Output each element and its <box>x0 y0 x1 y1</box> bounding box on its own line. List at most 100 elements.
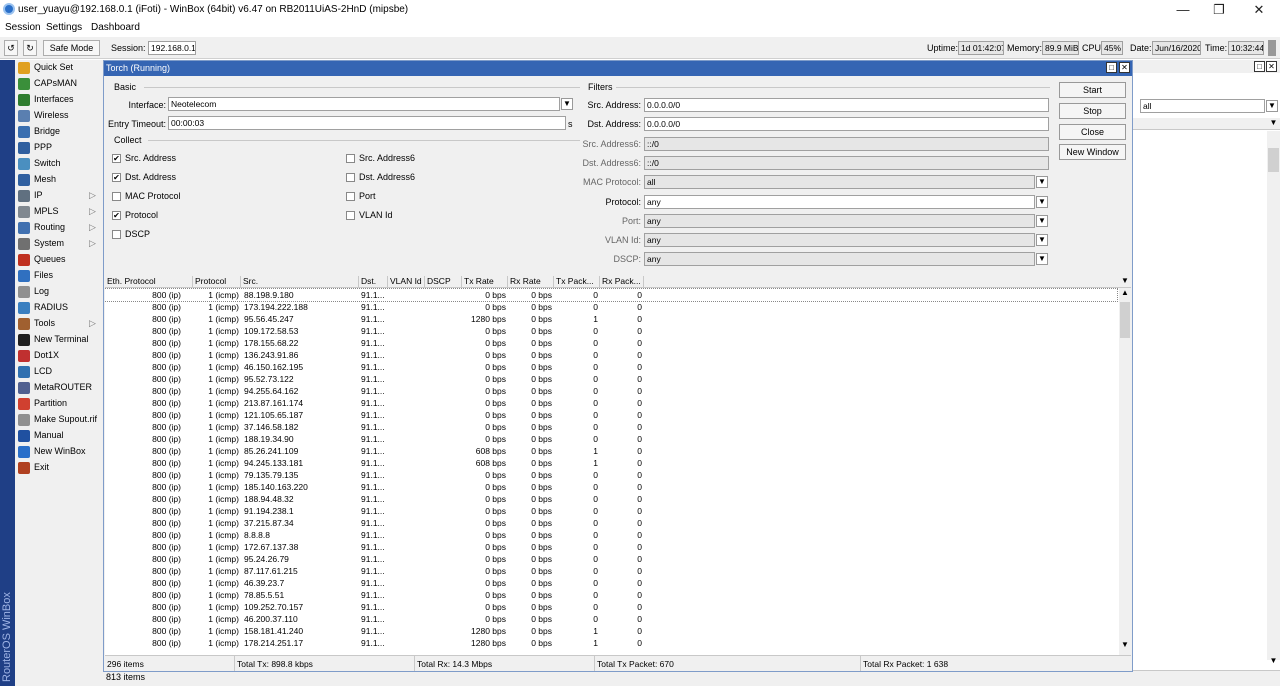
table-row[interactable]: 800 (ip) 1 (icmp) 94.255.64.162 91.1... 0 bp… <box>105 385 1117 397</box>
sidebar-item-interfaces[interactable]: Interfaces <box>15 92 103 108</box>
filter-protocol-field[interactable]: any <box>644 194 1035 209</box>
table-row[interactable]: 800 (ip) 1 (icmp) 46.200.37.110 91.1... 0 bp… <box>105 613 1117 625</box>
table-row[interactable]: 800 (ip) 1 (icmp) 136.243.91.86 91.1... 0 bp… <box>105 349 1117 361</box>
sidebar-item-bridge[interactable]: Bridge <box>15 124 103 140</box>
column-rx-packets[interactable]: Rx Pack... <box>600 276 644 288</box>
minimize-button[interactable]: — <box>1164 0 1202 20</box>
table-row[interactable]: 800 (ip) 1 (icmp) 95.52.73.122 91.1... 0 bps… <box>105 373 1117 385</box>
torch-maximize-icon[interactable]: □ <box>1106 62 1117 73</box>
filter-src-address-field[interactable]: 0.0.0.0/0 <box>644 98 1049 112</box>
column-vlan-id[interactable]: VLAN Id <box>388 276 425 288</box>
scroll-down-icon[interactable]: ▼ <box>1119 640 1131 652</box>
maximize-button[interactable]: ❐ <box>1200 0 1238 20</box>
collect-vlan-id-checkbox[interactable] <box>346 211 355 220</box>
filter-port-dropdown-icon[interactable]: ▼ <box>1036 214 1048 227</box>
background-window-column-menu-icon[interactable]: ▼ <box>1267 118 1280 130</box>
table-scrollbar[interactable]: ▲ ▼ <box>1119 288 1131 655</box>
sidebar-item-radius[interactable]: RADIUS <box>15 300 103 316</box>
sidebar-item-new-terminal[interactable]: New Terminal <box>15 332 103 348</box>
sidebar-item-exit[interactable]: Exit <box>15 460 103 476</box>
filter-dst-address-field[interactable]: 0.0.0.0/0 <box>644 117 1049 132</box>
collect-src-address-checkbox[interactable]: ✔ <box>112 154 121 163</box>
table-row[interactable]: 800 (ip) 1 (icmp) 46.39.23.7 91.1... 0 bps 0 … <box>105 577 1117 589</box>
column-tx-rate[interactable]: Tx Rate <box>462 276 508 288</box>
sidebar-item-system[interactable]: System ▷ <box>15 236 103 252</box>
filter-src-address6-field[interactable]: ::/0 <box>644 136 1049 151</box>
sidebar-item-manual[interactable]: Manual <box>15 428 103 444</box>
table-row[interactable]: 800 (ip) 1 (icmp) 37.146.58.182 91.1... 0 bp… <box>105 421 1117 433</box>
background-window-scroll-thumb[interactable] <box>1268 148 1279 172</box>
torch-close-icon[interactable]: ✕ <box>1119 62 1130 73</box>
background-window-filter-dropdown-icon[interactable]: ▼ <box>1266 100 1278 112</box>
safe-mode-button[interactable]: Safe Mode <box>43 40 100 56</box>
table-row[interactable]: 800 (ip) 1 (icmp) 95.56.45.247 91.1... 1280 … <box>105 313 1117 325</box>
start-button[interactable]: Start <box>1059 82 1126 98</box>
scroll-thumb[interactable] <box>1120 302 1130 338</box>
sidebar-item-ip[interactable]: IP ▷ <box>15 188 103 204</box>
filter-vlan-id-dropdown-icon[interactable]: ▼ <box>1036 234 1048 247</box>
sidebar-item-ppp[interactable]: PPP <box>15 140 103 156</box>
entry-timeout-field[interactable]: 00:00:03 <box>168 116 566 130</box>
table-row[interactable]: 800 (ip) 1 (icmp) 178.214.251.17 91.1... 128… <box>105 637 1117 649</box>
background-window-scroll-down-icon[interactable]: ▼ <box>1267 656 1280 668</box>
column-protocol[interactable]: Protocol <box>193 276 241 288</box>
table-row[interactable]: 800 (ip) 1 (icmp) 46.150.162.195 91.1... 0 b… <box>105 361 1117 373</box>
collect-dscp-checkbox[interactable] <box>112 230 121 239</box>
menu-session[interactable]: Session <box>5 22 41 33</box>
collect-src-address6-checkbox[interactable] <box>346 154 355 163</box>
filter-mac-protocol-dropdown-icon[interactable]: ▼ <box>1036 176 1048 189</box>
close-window-button[interactable]: ✕ <box>1240 0 1278 20</box>
table-row[interactable]: 800 (ip) 1 (icmp) 188.19.34.90 91.1... 0 bps… <box>105 433 1117 445</box>
sidebar-item-mesh[interactable]: Mesh <box>15 172 103 188</box>
redo-icon[interactable]: ↻ <box>23 40 37 56</box>
filter-dscp-dropdown-icon[interactable]: ▼ <box>1036 253 1048 266</box>
sidebar-item-make-supout-rif[interactable]: Make Supout.rif <box>15 412 103 428</box>
sidebar-item-metarouter[interactable]: MetaROUTER <box>15 380 103 396</box>
sidebar-item-switch[interactable]: Switch <box>15 156 103 172</box>
collect-mac-protocol-checkbox[interactable] <box>112 192 121 201</box>
sidebar-item-dot1x[interactable]: Dot1X <box>15 348 103 364</box>
sidebar-item-log[interactable]: Log <box>15 284 103 300</box>
column-src[interactable]: Src. <box>241 276 359 288</box>
filter-dst-address6-field[interactable]: ::/0 <box>644 155 1049 170</box>
table-row[interactable]: 800 (ip) 1 (icmp) 94.245.133.181 91.1... 608… <box>105 457 1117 469</box>
column-eth-protocol[interactable]: Eth. Protocol <box>105 276 193 288</box>
background-window-filter-field[interactable]: all <box>1140 99 1265 113</box>
table-row[interactable]: 800 (ip) 1 (icmp) 85.26.241.109 91.1... 608 … <box>105 445 1117 457</box>
table-row[interactable]: 800 (ip) 1 (icmp) 172.67.137.38 91.1... 0 bp… <box>105 541 1117 553</box>
table-row[interactable]: 800 (ip) 1 (icmp) 213.87.161.174 91.1... 0 b… <box>105 397 1117 409</box>
column-menu-icon[interactable]: ▼ <box>1119 276 1131 285</box>
filter-protocol-dropdown-icon[interactable]: ▼ <box>1036 195 1048 208</box>
undo-icon[interactable]: ↺ <box>4 40 18 56</box>
menu-dashboard[interactable]: Dashboard <box>91 22 140 33</box>
sidebar-item-mpls[interactable]: MPLS ▷ <box>15 204 103 220</box>
table-row[interactable]: 800 (ip) 1 (icmp) 188.94.48.32 91.1... 0 bps… <box>105 493 1117 505</box>
torch-titlebar[interactable]: Torch (Running) □ ✕ <box>104 61 1132 76</box>
background-window-close-icon[interactable]: ✕ <box>1266 61 1277 72</box>
sidebar-item-wireless[interactable]: Wireless <box>15 108 103 124</box>
table-row[interactable]: 800 (ip) 1 (icmp) 8.8.8.8 91.1... 0 bps 0 bps… <box>105 529 1117 541</box>
column-tx-packets[interactable]: Tx Pack... <box>554 276 600 288</box>
sidebar-item-lcd[interactable]: LCD <box>15 364 103 380</box>
table-row[interactable]: 800 (ip) 1 (icmp) 121.105.65.187 91.1... 0 b… <box>105 409 1117 421</box>
menu-settings[interactable]: Settings <box>46 22 82 33</box>
filter-mac-protocol-field[interactable]: all <box>644 175 1035 190</box>
filter-vlan-id-field[interactable]: any <box>644 233 1035 248</box>
stop-button[interactable]: Stop <box>1059 103 1126 119</box>
column-dscp[interactable]: DSCP <box>425 276 462 288</box>
table-row[interactable]: 800 (ip) 1 (icmp) 88.198.9.180 91.1... 0 bps… <box>105 288 1118 302</box>
background-window-scrollbar[interactable] <box>1267 131 1280 660</box>
scroll-up-icon[interactable]: ▲ <box>1119 288 1131 300</box>
table-row[interactable]: 800 (ip) 1 (icmp) 109.172.58.53 91.1... 0 bp… <box>105 325 1117 337</box>
table-row[interactable]: 800 (ip) 1 (icmp) 91.194.238.1 91.1... 0 bps… <box>105 505 1117 517</box>
close-button[interactable]: Close <box>1059 124 1126 140</box>
new-window-button[interactable]: New Window <box>1059 144 1126 160</box>
sidebar-item-quick-set[interactable]: Quick Set <box>15 60 103 76</box>
table-row[interactable]: 800 (ip) 1 (icmp) 37.215.87.34 91.1... 0 bps… <box>105 517 1117 529</box>
sidebar-item-tools[interactable]: Tools ▷ <box>15 316 103 332</box>
table-row[interactable]: 800 (ip) 1 (icmp) 78.85.5.51 91.1... 0 bps 0 … <box>105 589 1117 601</box>
table-row[interactable]: 800 (ip) 1 (icmp) 95.24.26.79 91.1... 0 bps 0… <box>105 553 1117 565</box>
sidebar-item-new-winbox[interactable]: New WinBox <box>15 444 103 460</box>
collect-port-checkbox[interactable] <box>346 192 355 201</box>
table-row[interactable]: 800 (ip) 1 (icmp) 185.140.163.220 91.1... 0 … <box>105 481 1117 493</box>
